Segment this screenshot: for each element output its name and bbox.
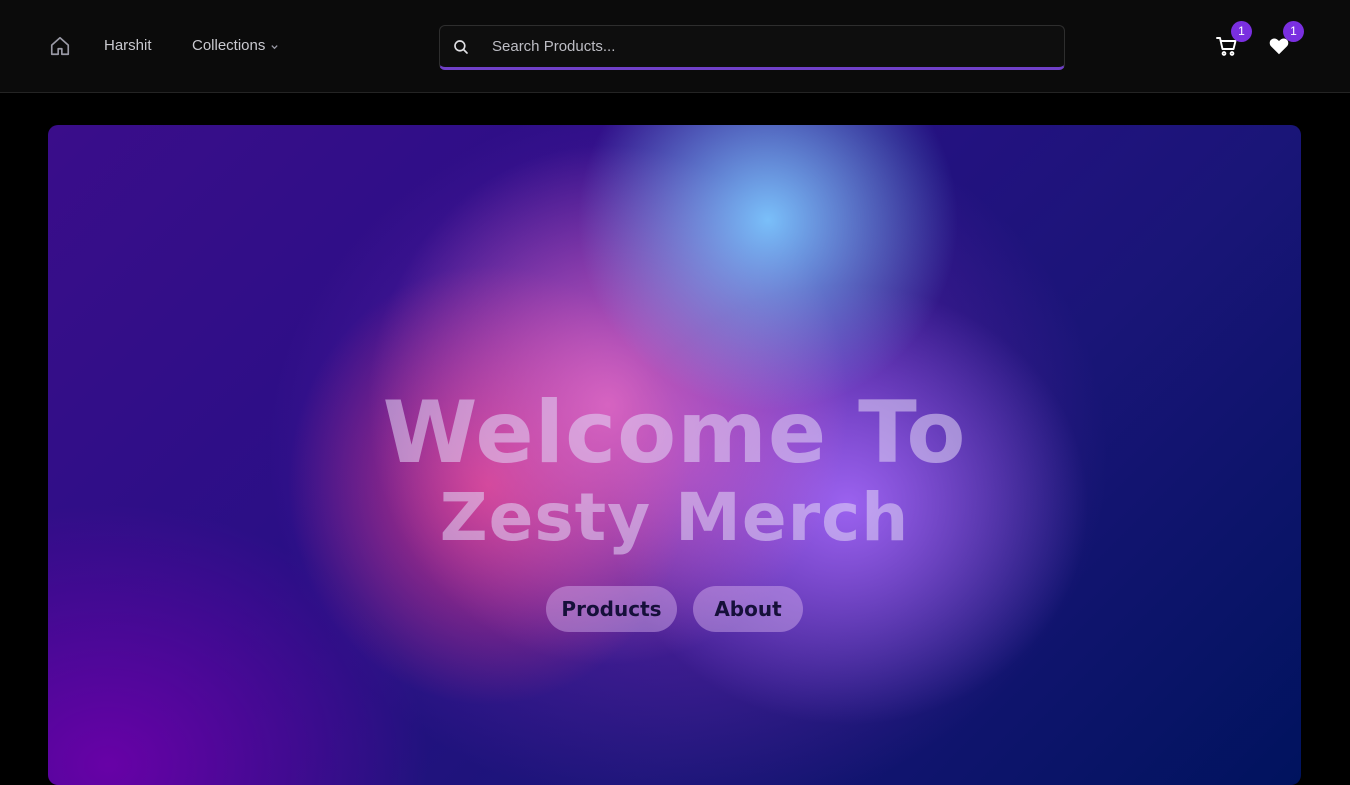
chevron-down-icon: [271, 44, 279, 49]
products-button[interactable]: Products: [546, 586, 677, 632]
collections-label: Collections: [192, 37, 266, 54]
wishlist-count-badge: 1: [1283, 21, 1304, 42]
user-name: Harshit: [104, 37, 152, 54]
hero-title-line-2: Zesty Merch: [439, 479, 910, 556]
collections-dropdown[interactable]: Collections: [192, 37, 279, 55]
top-navbar: Harshit Collections 1 1: [0, 0, 1350, 93]
home-icon: [50, 36, 70, 56]
about-button[interactable]: About: [693, 586, 803, 632]
search-icon[interactable]: [452, 38, 470, 56]
hero-banner: Welcome To Zesty Merch Products About: [48, 125, 1301, 785]
search-input[interactable]: [492, 26, 1052, 67]
nav-user-link[interactable]: Harshit: [104, 37, 152, 55]
home-button[interactable]: [48, 34, 72, 58]
search-bar: [439, 25, 1065, 70]
cart-count-badge: 1: [1231, 21, 1252, 42]
hero-title-line-1: Welcome To: [382, 383, 967, 483]
